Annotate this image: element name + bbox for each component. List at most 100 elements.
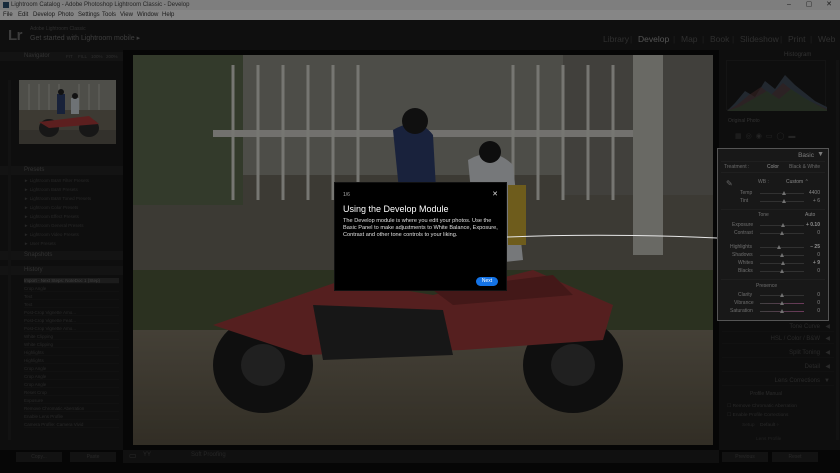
menu-tools[interactable]: Tools [102, 10, 116, 20]
snapshots-header[interactable]: Snapshots [0, 251, 123, 260]
navigator-header[interactable]: Navigator FIT FILL 100% 200% [0, 52, 123, 61]
menu-file[interactable]: File [3, 10, 13, 20]
wb-dropdown[interactable]: Custom ⌃ [786, 179, 809, 185]
left-panel-scrollbar[interactable] [8, 80, 11, 440]
history-item[interactable]: White Clipping [24, 334, 119, 340]
history-item[interactable]: Post-Crop Vignette Feat... [24, 318, 119, 324]
shadows-slider[interactable] [760, 253, 804, 257]
preset-folder[interactable]: ► User Presets [24, 241, 56, 246]
copy-settings-button[interactable]: Copy... [16, 452, 62, 462]
remove-ca-checkbox[interactable]: ☐ Remove Chromatic Aberration [727, 404, 797, 409]
nav-zoom-100[interactable]: 100% [91, 52, 103, 61]
menu-window[interactable]: Window [137, 10, 158, 20]
auto-tone-button[interactable]: Auto [805, 212, 815, 218]
saturation-value[interactable]: 0 [817, 308, 820, 314]
histogram-header[interactable]: Histogram [784, 52, 811, 58]
vibrance-value[interactable]: 0 [817, 300, 820, 306]
highlights-slider-knob[interactable] [776, 245, 781, 249]
history-item[interactable]: Text [24, 294, 119, 300]
exposure-slider[interactable] [760, 223, 804, 227]
lens-corrections-section[interactable]: Lens Corrections ▼ [722, 376, 834, 386]
history-item[interactable]: Camera Profile: Camera Vivid [24, 422, 119, 428]
exposure-slider-knob[interactable] [780, 223, 785, 227]
basic-panel-title[interactable]: Basic [798, 152, 814, 159]
clarity-slider[interactable] [760, 293, 804, 297]
tint-slider-knob[interactable] [782, 199, 787, 203]
module-map[interactable]: Map [681, 34, 698, 44]
blacks-slider-knob[interactable] [780, 269, 784, 273]
history-item[interactable]: Crop Angle [24, 382, 119, 388]
history-item[interactable]: Enable Lens Profile [24, 414, 119, 420]
presets-header[interactable]: Presets [0, 166, 123, 175]
exposure-value[interactable]: + 0.10 [806, 222, 820, 228]
redeye-icon[interactable]: ◉ [756, 133, 766, 140]
soft-proofing-toggle[interactable]: Soft Proofing [191, 452, 226, 458]
collapse-triangle-icon[interactable]: ▼ [817, 151, 824, 158]
next-button[interactable]: Next [476, 277, 498, 286]
enable-profile-checkbox[interactable]: ☐ Enable Profile Corrections [727, 413, 788, 418]
history-item[interactable]: Crop Angle [24, 366, 119, 372]
history-item[interactable]: Highlights [24, 350, 119, 356]
menu-settings[interactable]: Settings [78, 10, 100, 20]
saturation-slider-knob[interactable] [780, 309, 784, 313]
history-header[interactable]: History [0, 266, 123, 275]
blacks-value[interactable]: 0 [817, 268, 820, 274]
shadows-slider-knob[interactable] [780, 253, 784, 257]
history-item[interactable]: Post-Crop Vignette Amo... [24, 326, 119, 332]
history-item[interactable]: White Clipping [24, 342, 119, 348]
split-toning-section[interactable]: Split Toning ◀ [722, 348, 834, 358]
minimize-button[interactable]: – [780, 0, 798, 10]
module-print[interactable]: Print [788, 34, 805, 44]
shadows-value[interactable]: 0 [817, 252, 820, 258]
history-item[interactable]: Text [24, 302, 119, 308]
lens-setup-dropdown[interactable]: Default ÷ [760, 423, 779, 428]
navigator-thumbnail[interactable] [19, 80, 116, 144]
blacks-slider[interactable] [760, 269, 804, 273]
loupe-view-icon[interactable]: ▭ [129, 451, 137, 460]
whites-slider-knob[interactable] [781, 261, 786, 265]
nav-zoom-200[interactable]: 200% [106, 52, 118, 61]
preset-folder[interactable]: ► Lightroom Video Presets [24, 232, 79, 237]
module-book[interactable]: Book [710, 34, 729, 44]
preset-folder[interactable]: ► Lightroom B&W Filter Presets [24, 178, 89, 183]
menu-develop[interactable]: Develop [33, 10, 55, 20]
nav-zoom-fit[interactable]: FIT [66, 52, 73, 61]
temp-slider-knob[interactable] [782, 191, 787, 195]
module-library[interactable]: Library [603, 34, 629, 44]
hsl-section[interactable]: HSL / Color / B&W ◀ [722, 334, 834, 344]
history-item[interactable]: Reset Crop [24, 390, 119, 396]
original-photo-toggle[interactable]: Original Photo [728, 118, 760, 124]
menu-photo[interactable]: Photo [58, 10, 74, 20]
menu-view[interactable]: View [120, 10, 133, 20]
history-item[interactable]: Remove Chromatic Aberration [24, 406, 119, 412]
previous-button[interactable]: Previous [722, 452, 768, 462]
before-after-icon[interactable]: YY [143, 452, 151, 458]
brush-tool-icon[interactable]: ▬ [788, 133, 799, 140]
contrast-slider[interactable] [760, 231, 804, 235]
preset-folder[interactable]: ► Lightroom B&W Presets [24, 187, 78, 192]
graduated-filter-icon[interactable]: ▭ [766, 133, 777, 140]
menu-help[interactable]: Help [162, 10, 174, 20]
history-item[interactable]: Crop Angle [24, 374, 119, 380]
module-web[interactable]: Web [818, 34, 835, 44]
histogram[interactable] [726, 60, 827, 111]
temp-value[interactable]: 4400 [809, 190, 820, 196]
history-item[interactable]: Exposure [24, 398, 119, 404]
whites-slider[interactable] [760, 261, 804, 265]
tone-curve-section[interactable]: Tone Curve ◀ [722, 322, 834, 332]
paste-settings-button[interactable]: Paste [70, 452, 116, 462]
clarity-value[interactable]: 0 [817, 292, 820, 298]
history-item[interactable]: Import - Next Steps: NoteDoc 1 (Step) [24, 278, 119, 284]
menu-edit[interactable]: Edit [18, 10, 28, 20]
history-item[interactable]: Highlights [24, 358, 119, 364]
highlights-slider[interactable] [760, 245, 804, 249]
preset-folder[interactable]: ► Lightroom Effect Presets [24, 214, 79, 219]
vibrance-slider-knob[interactable] [780, 301, 784, 305]
reset-button[interactable]: Reset [772, 452, 818, 462]
get-started-link[interactable]: Get started with Lightroom mobile ▸ [30, 34, 140, 42]
whites-value[interactable]: + 9 [813, 260, 820, 266]
treatment-color-button[interactable]: Color [767, 164, 779, 170]
tint-slider[interactable] [760, 199, 804, 203]
spot-removal-icon[interactable]: ◎ [746, 133, 756, 140]
vibrance-slider[interactable] [760, 301, 804, 305]
